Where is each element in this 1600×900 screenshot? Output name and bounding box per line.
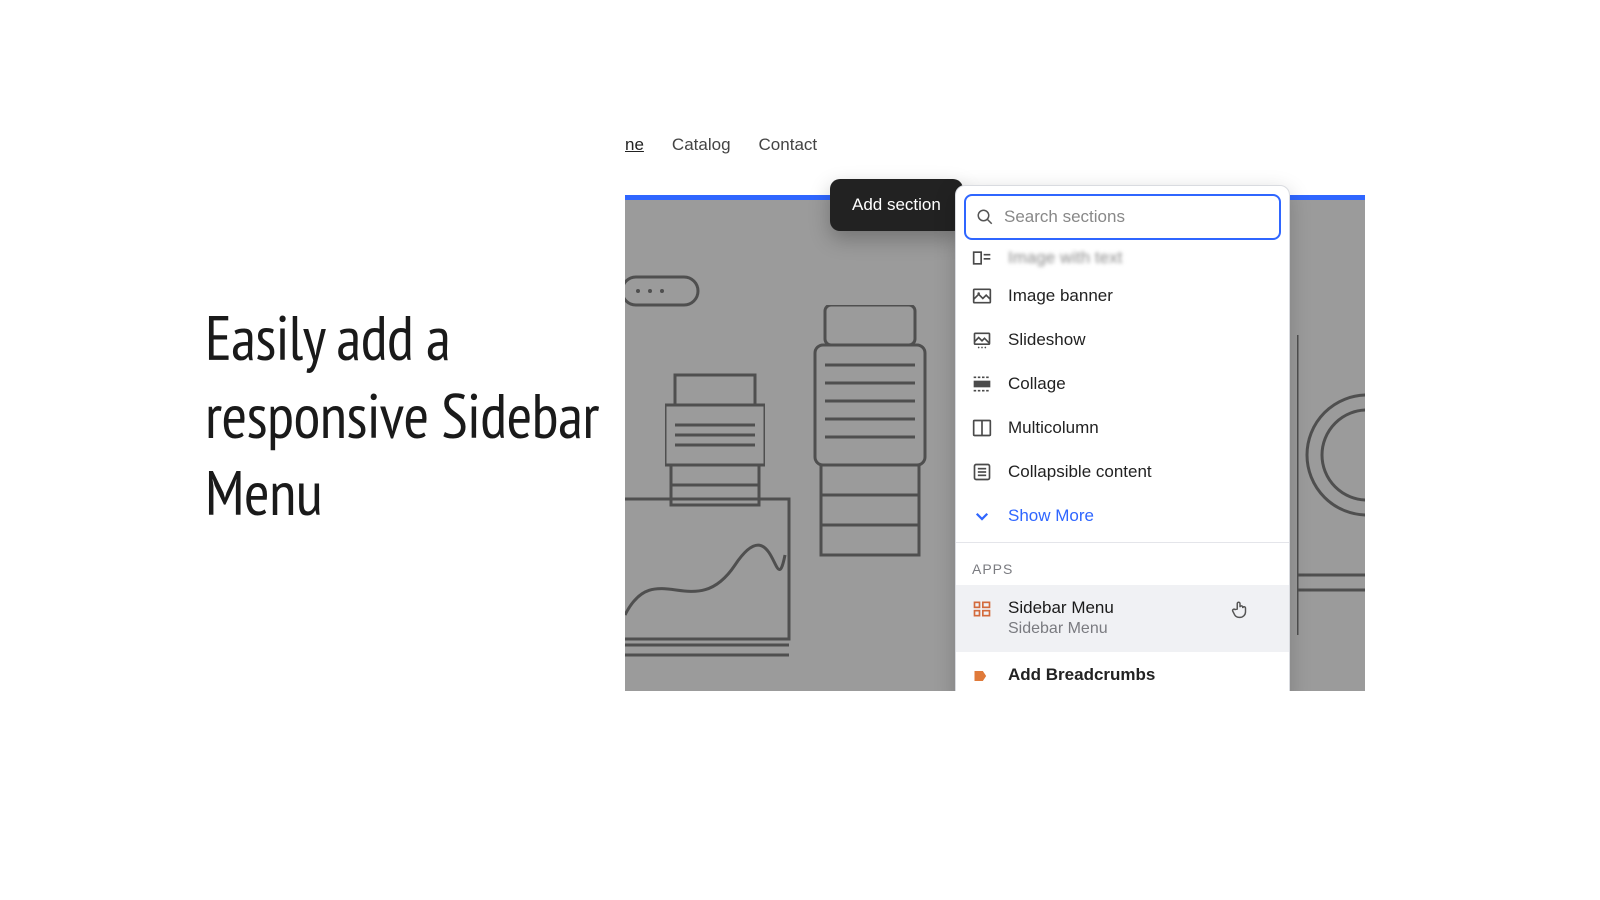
search-input[interactable] — [1004, 207, 1269, 227]
section-label: Collage — [1008, 374, 1066, 394]
section-label: Image banner — [1008, 286, 1113, 306]
section-label: Image with text — [1008, 248, 1122, 268]
section-label: Collapsible content — [1008, 462, 1152, 482]
section-list: Image with text Image banner Slideshow C… — [956, 248, 1289, 691]
section-row-multicolumn[interactable]: Multicolumn — [956, 406, 1289, 450]
app-name: Sidebar Menu — [1008, 597, 1114, 619]
divider — [956, 542, 1289, 543]
app-row-sidebar-menu[interactable]: Sidebar Menu Sidebar Menu — [956, 585, 1289, 652]
app-icon — [972, 666, 992, 686]
apps-group-label: APPS — [956, 547, 1289, 585]
collapsible-icon — [972, 462, 992, 482]
promo-headline: Easily add a responsive Sidebar Menu — [205, 300, 605, 533]
section-row-image-with-text[interactable]: Image with text — [956, 248, 1289, 274]
show-more-button[interactable]: Show More — [956, 494, 1289, 538]
section-label: Slideshow — [1008, 330, 1086, 350]
section-picker-panel: Image with text Image banner Slideshow C… — [955, 185, 1290, 691]
multicolumn-icon — [972, 418, 992, 438]
section-row-image-banner[interactable]: Image banner — [956, 274, 1289, 318]
section-label: Multicolumn — [1008, 418, 1099, 438]
sketch-camera-icon — [1297, 335, 1365, 635]
image-with-text-icon — [972, 248, 992, 268]
nav-item-catalog[interactable]: Catalog — [672, 135, 731, 175]
pointer-cursor-icon — [1229, 599, 1251, 621]
promo-headline-block: Easily add a responsive Sidebar Menu — [205, 300, 605, 533]
app-name: Add Breadcrumbs — [1008, 664, 1155, 686]
chevron-down-icon — [972, 506, 992, 526]
storefront-nav: ne Catalog Contact — [625, 135, 1365, 175]
section-row-collapsible-content[interactable]: Collapsible content — [956, 450, 1289, 494]
section-row-collage[interactable]: Collage — [956, 362, 1289, 406]
sketch-strap-icon — [625, 275, 700, 325]
app-row-add-breadcrumbs[interactable]: Add Breadcrumbs — [956, 652, 1289, 691]
sketch-large-lens-icon — [805, 305, 935, 645]
app-icon — [972, 599, 992, 619]
app-subtext: Sidebar Menu — [1008, 619, 1114, 640]
collage-icon — [972, 374, 992, 394]
nav-item-home-partial[interactable]: ne — [625, 135, 644, 175]
slideshow-icon — [972, 330, 992, 350]
add-section-label: Add section — [852, 195, 941, 214]
sketch-map-icon — [625, 495, 795, 665]
search-icon — [976, 208, 994, 226]
add-section-button[interactable]: Add section — [830, 179, 963, 231]
show-more-label: Show More — [1008, 506, 1094, 526]
nav-item-contact[interactable]: Contact — [759, 135, 818, 175]
search-sections-field[interactable] — [964, 194, 1281, 240]
image-banner-icon — [972, 286, 992, 306]
section-row-slideshow[interactable]: Slideshow — [956, 318, 1289, 362]
editor-screenshot: ne Catalog Contact — [625, 135, 1365, 691]
